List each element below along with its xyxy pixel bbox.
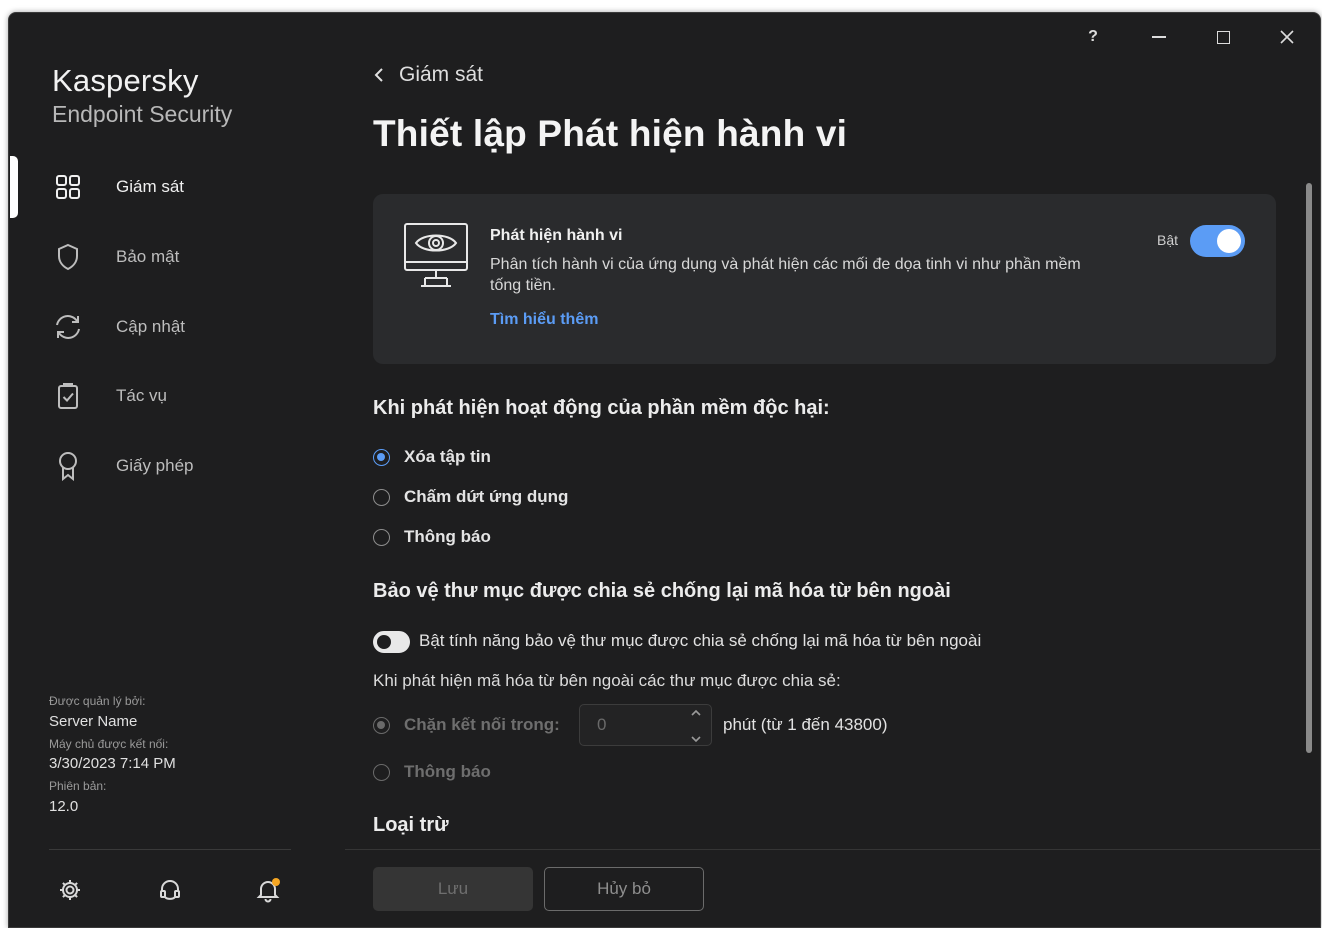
radio-notify[interactable]: Thông báo xyxy=(373,523,491,551)
sidebar-item-monitoring[interactable]: Giám sát xyxy=(9,159,299,215)
block-duration-input[interactable]: 0 xyxy=(579,704,712,746)
maximize-button[interactable] xyxy=(1203,23,1243,51)
page-title: Thiết lập Phát hiện hành vi xyxy=(373,113,848,154)
malware-action-heading: Khi phát hiện hoạt động của phần mềm độc… xyxy=(373,397,830,419)
shared-folder-heading: Bảo vệ thư mục được chia sẻ chống lại mã… xyxy=(373,580,951,602)
external-encryption-subheading: Khi phát hiện mã hóa từ bên ngoài các th… xyxy=(373,671,841,690)
radio-label: Chấm dứt ứng dụng xyxy=(404,487,569,506)
brand-name: Kaspersky xyxy=(52,63,199,98)
block-duration-unit: phút (từ 1 đến 43800) xyxy=(723,715,888,734)
monitor-eye-icon xyxy=(403,222,469,295)
save-button[interactable]: Lưu xyxy=(373,867,533,911)
support-button[interactable] xyxy=(155,875,185,905)
sidebar-item-security[interactable]: Bảo mật xyxy=(9,229,299,285)
radio-label: Thông báo xyxy=(404,527,491,546)
radio-label: Chặn kết nối trong: xyxy=(404,715,560,734)
sidebar-item-label: Cập nhật xyxy=(116,317,185,336)
maximize-icon xyxy=(1216,30,1230,44)
shared-folder-protection-toggle[interactable] xyxy=(373,631,410,653)
learn-more-link[interactable]: Tìm hiểu thêm xyxy=(490,311,598,329)
radio-button xyxy=(373,488,390,506)
sidebar-item-label: Giám sát xyxy=(116,177,185,196)
server-connected-label: Máy chủ được kết nối: xyxy=(49,737,169,751)
radio-delete-file[interactable]: Xóa tập tin xyxy=(373,443,491,471)
card-title: Phát hiện hành vi xyxy=(490,227,623,244)
radio-label: Xóa tập tin xyxy=(404,447,491,466)
radio-button xyxy=(373,763,390,781)
close-button[interactable] xyxy=(1267,23,1307,51)
support-icon xyxy=(160,880,180,900)
sidebar: Kaspersky Endpoint Security Giám sát Bảo… xyxy=(9,13,309,927)
toggle-state-label: Bật xyxy=(1157,232,1179,248)
block-duration-value: 0 xyxy=(597,715,607,734)
scrollbar[interactable] xyxy=(1306,183,1312,753)
exclusions-heading: Loại trừ xyxy=(373,814,449,836)
managed-by-value: Server Name xyxy=(49,713,138,730)
radio-button xyxy=(373,448,390,466)
behavior-detection-card: Phát hiện hành vi Phân tích hành vi của … xyxy=(373,194,1276,364)
breadcrumb-label: Giám sát xyxy=(399,63,484,86)
toggle-knob xyxy=(377,635,391,649)
server-connected-value: 3/30/2023 7:14 PM xyxy=(49,755,176,772)
help-icon: ? xyxy=(1088,28,1098,45)
breadcrumb[interactable]: Giám sát xyxy=(373,63,483,87)
version-label: Phiên bản: xyxy=(49,779,107,793)
card-description: Phân tích hành vi của ứng dụng và phát h… xyxy=(490,256,1081,294)
chevron-left-icon xyxy=(374,68,383,82)
radio-button xyxy=(373,528,390,546)
stepper[interactable] xyxy=(689,709,703,743)
sidebar-divider xyxy=(49,849,291,850)
refresh-icon xyxy=(53,312,83,342)
minimize-icon xyxy=(1152,36,1166,38)
version-value: 12.0 xyxy=(49,798,79,815)
toggle-knob xyxy=(1217,229,1241,253)
chevron-up-icon xyxy=(691,709,701,716)
radio-button xyxy=(373,716,390,734)
gear-icon xyxy=(60,880,80,900)
notifications-button[interactable] xyxy=(253,875,283,905)
sidebar-item-label: Bảo mật xyxy=(116,247,180,266)
help-button[interactable]: ? xyxy=(1073,23,1113,51)
bell-icon xyxy=(256,878,280,903)
task-clipboard-icon xyxy=(53,381,83,411)
radio-block-connection[interactable]: Chặn kết nối trong: xyxy=(373,711,560,739)
behavior-detection-toggle[interactable] xyxy=(1190,225,1245,257)
radio-terminate-app[interactable]: Chấm dứt ứng dụng xyxy=(373,483,568,511)
sidebar-item-tasks[interactable]: Tác vụ xyxy=(9,368,299,424)
managed-by-label: Được quản lý bởi: xyxy=(49,694,146,708)
minimize-button[interactable] xyxy=(1139,23,1179,51)
sidebar-item-license[interactable]: Giấy phép xyxy=(9,438,299,494)
sidebar-item-label: Giấy phép xyxy=(116,456,194,475)
license-ribbon-icon xyxy=(53,451,83,481)
brand-product: Endpoint Security xyxy=(52,101,233,127)
chevron-down-icon xyxy=(691,736,701,743)
app-window: ? Kaspersky Endpoint Security Giám sát B… xyxy=(8,12,1321,928)
dashboard-grid-icon xyxy=(53,172,83,202)
shared-folder-toggle-label: Bật tính năng bảo vệ thư mục được chia s… xyxy=(419,631,982,650)
sidebar-item-update[interactable]: Cập nhật xyxy=(9,299,299,355)
radio-shared-notify[interactable]: Thông báo xyxy=(373,758,491,786)
cancel-button[interactable]: Hủy bỏ xyxy=(544,867,704,911)
settings-button[interactable] xyxy=(55,875,85,905)
close-icon xyxy=(1280,30,1294,44)
radio-label: Thông báo xyxy=(404,762,491,781)
sidebar-item-label: Tác vụ xyxy=(116,386,168,405)
shield-icon xyxy=(53,242,83,272)
